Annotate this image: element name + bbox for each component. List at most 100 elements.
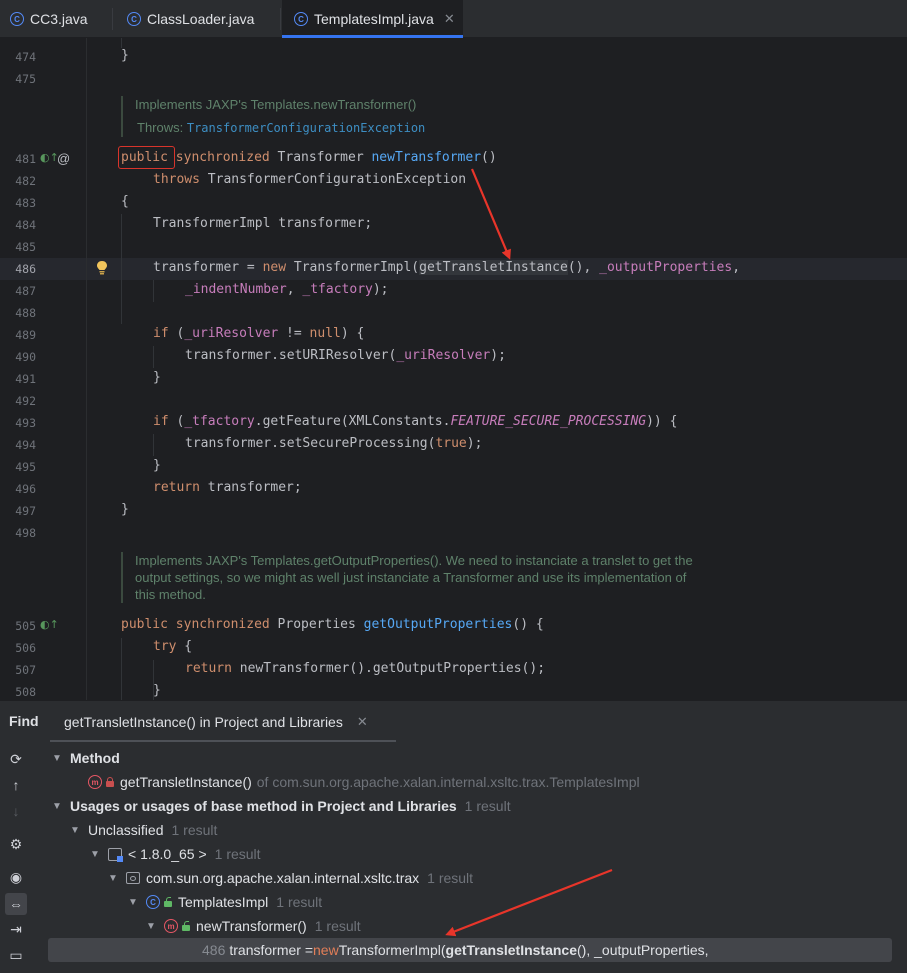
keyword: synchronized [175,617,270,632]
tree-node-method[interactable]: ▼ Method [50,746,120,770]
chevron-down-icon[interactable]: ▼ [50,801,64,812]
previous-occurrence-icon[interactable]: ↑ [5,774,27,796]
field: _tfactory [184,414,255,429]
tree-label: com.sun.org.apache.xalan.internal.xsltc.… [146,870,420,886]
method-name[interactable]: newTransformer [371,150,481,165]
code-text: TransformerImpl( [286,260,420,275]
private-lock-icon [106,777,114,787]
keyword: if [153,326,169,341]
code-text: transformer = [153,260,263,275]
lightbulb-icon[interactable] [96,260,108,276]
indent-guide [153,434,154,456]
tree-node-jdk[interactable]: ▼ < 1.8.0_65 > 1 result [88,842,261,866]
tab-classloader[interactable]: C ClassLoader.java [127,0,254,38]
chevron-down-icon[interactable]: ▼ [106,873,120,884]
find-results-tab[interactable]: getTransletInstance() in Project and Lib… [50,701,396,743]
line-number: 506 [15,641,36,655]
code-line-496: return transformer; [153,480,302,495]
close-icon[interactable]: ✕ [357,714,368,730]
type: Properties [277,617,356,632]
next-occurrence-icon[interactable]: ↓ [5,800,27,822]
line-number: 495 [15,460,36,474]
rerun-icon[interactable]: ⟳ [5,748,27,770]
code-text: .getFeature(XMLConstants. [254,414,451,429]
indent-guide [121,638,122,700]
chevron-down-icon[interactable]: ▼ [68,825,82,836]
field: _indentNumber [185,282,287,297]
code-line-495: } [153,458,161,473]
doc-throws-link[interactable]: TransformerConfigurationException [187,121,425,135]
code-line-490: transformer.setURIResolver(_uriResolver)… [185,348,506,363]
javadoc-getoutputproperties: Implements JAXP's Templates.getOutputPro… [121,552,693,603]
code-text: newTransformer().getOutputProperties(); [231,661,546,676]
group-by-directory-icon[interactable]: ▭ [5,944,27,966]
result-text: (), _outputProperties, [577,942,709,958]
code-text: ( [168,326,185,341]
code-line-497: } [121,502,129,517]
code-line-487: _indentNumber, _tfactory); [185,282,389,297]
line-number: 505 [15,619,36,633]
method-name[interactable]: getOutputProperties [364,617,513,632]
line-number: 493 [15,416,36,430]
java-class-icon: C [127,12,141,26]
indent-guide [153,346,154,368]
tab-label: CC3.java [30,11,88,27]
merge-usages-icon[interactable]: ⇔ [5,893,27,915]
line-number: 491 [15,372,36,386]
field: _uriResolver [184,326,279,341]
close-tab-icon[interactable]: ✕ [444,11,455,27]
code-line-506: try { [153,639,192,654]
result-count: 1 result [427,870,474,886]
tree-node-usages[interactable]: ▼ Usages or usages of base method in Pro… [50,794,511,818]
editor-tab-bar: C CC3.java C ClassLoader.java C Template… [0,0,907,38]
gutter-divider [86,38,87,700]
keyword: true [435,436,467,451]
chevron-down-icon[interactable]: ▼ [88,849,102,860]
chevron-down-icon[interactable]: ▼ [144,921,158,932]
chevron-down-icon[interactable]: ▼ [126,897,140,908]
tree-node-package[interactable]: ▼ com.sun.org.apache.xalan.internal.xslt… [106,866,473,890]
tree-label: getTransletInstance() [120,774,252,790]
navigate-to-source-icon[interactable]: ⇥ [5,918,27,940]
code-text: ( [168,414,185,429]
code-line-489: if (_uriResolver != null) { [153,326,364,341]
line-number: 497 [15,504,36,518]
line-number: 483 [15,196,36,210]
preview-eye-icon[interactable]: ◉ [5,866,27,888]
tree-node-class[interactable]: ▼ C TemplatesImpl 1 result [126,890,322,914]
code-text: { [176,639,193,654]
code-line-474: } [121,48,129,63]
implements-marker-icon[interactable]: ◐↑ [40,618,59,631]
tree-label: Usages or usages of base method in Proje… [70,798,457,814]
settings-gear-icon[interactable]: ⚙ [5,833,27,855]
tree-node-unclassified[interactable]: ▼ Unclassified 1 result [68,818,217,842]
field: _outputProperties [599,260,733,275]
tree-label: Unclassified [88,822,164,838]
method-call-gettransletinstance[interactable]: getTransletInstance [419,260,568,275]
result-count: 1 result [276,894,323,910]
code-text: ); [466,436,483,451]
result-text: TransformerImpl( [338,942,446,958]
usage-result-row[interactable]: 486 transformer = new TransformerImpl( g… [48,938,892,962]
tab-templatesimpl[interactable]: C TemplatesImpl.java ✕ [282,0,463,38]
code-line-482: throws TransformerConfigurationException [153,172,466,187]
find-results-panel: ⟳ ↑ ↓ ⚙ ◉ ⇔ ⇥ ▭ ▼ Method m getTransletIn… [0,742,907,973]
tree-node-method-target[interactable]: m getTransletInstance() of com.sun.org.a… [88,770,640,794]
line-number: 507 [15,663,36,677]
field: _tfactory [302,282,373,297]
line-number: 489 [15,328,36,342]
tab-label: ClassLoader.java [147,11,255,27]
tab-divider [280,8,281,30]
result-keyword: new [313,942,339,958]
annotation-icon[interactable]: @ [57,151,70,166]
implements-marker-icon[interactable]: ◐↑ [40,151,59,164]
tab-cc3[interactable]: C CC3.java [10,0,88,38]
doc-line: this method. [135,587,206,602]
code-editor[interactable]: 474 475 481 482 483 484 485 486 487 488 … [0,38,907,700]
result-count: 1 result [314,918,361,934]
tree-node-method-usage[interactable]: ▼ m newTransformer() 1 result [144,914,361,938]
method-icon: m [88,775,102,789]
chevron-down-icon[interactable]: ▼ [50,753,64,764]
tree-label: newTransformer() [196,918,307,934]
code-text: transformer.setSecureProcessing( [185,436,436,451]
